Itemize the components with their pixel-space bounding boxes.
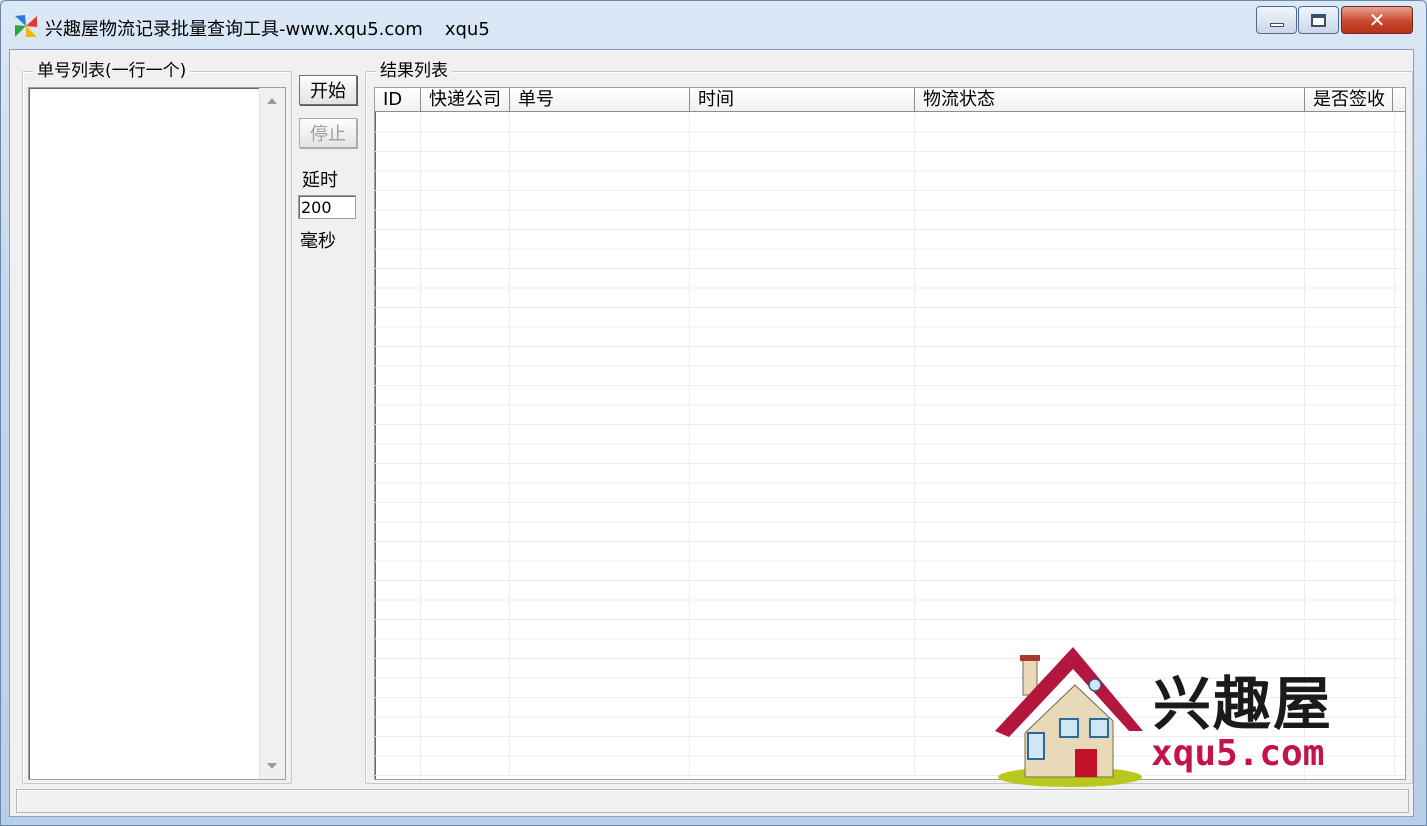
window-title: 兴趣屋物流记录批量查询工具-www.xqu5.com xqu5 [45, 15, 490, 41]
status-bar [16, 789, 1409, 813]
client-area: 单号列表(一行一个) 开始 停止 延时 毫秒 结果列表 ID 快递公司 单号 时… [9, 49, 1414, 817]
minimize-button[interactable] [1256, 6, 1297, 34]
watermark-logo: 兴趣屋 xqu5.com [995, 645, 1355, 795]
delay-input[interactable] [298, 195, 356, 219]
order-list-scrollbar[interactable] [259, 88, 285, 779]
delay-label: 延时 [302, 170, 338, 191]
app-logo-icon [15, 15, 37, 37]
house-icon [995, 647, 1143, 787]
order-list-input[interactable] [28, 87, 286, 780]
column-divider [1394, 113, 1395, 779]
column-header-tracking-number[interactable]: 单号 [510, 88, 690, 112]
order-list-group: 单号列表(一行一个) [22, 61, 292, 784]
column-divider [420, 113, 421, 779]
watermark-domain: xqu5.com [1151, 733, 1325, 774]
watermark-name: 兴趣屋 [1153, 670, 1334, 738]
column-header-status[interactable]: 物流状态 [915, 88, 1305, 112]
order-list-label: 单号列表(一行一个) [33, 61, 191, 81]
scroll-up-icon[interactable] [267, 98, 277, 104]
scroll-down-icon[interactable] [267, 763, 277, 769]
close-icon: ✕ [1368, 8, 1386, 32]
maximize-icon [1311, 13, 1326, 27]
column-divider [914, 113, 915, 779]
column-header-time[interactable]: 时间 [690, 88, 915, 112]
column-header-courier[interactable]: 快递公司 [421, 88, 510, 112]
table-header: ID 快递公司 单号 时间 物流状态 是否签收 [375, 88, 1405, 112]
close-button[interactable]: ✕ [1341, 6, 1413, 34]
column-divider [509, 113, 510, 779]
title-bar[interactable]: 兴趣屋物流记录批量查询工具-www.xqu5.com xqu5 ✕ [1, 1, 1426, 51]
column-header-signed[interactable]: 是否签收 [1305, 88, 1393, 112]
column-divider [689, 113, 690, 779]
app-window: 兴趣屋物流记录批量查询工具-www.xqu5.com xqu5 ✕ 单号列表(一行… [0, 0, 1427, 826]
column-header-id[interactable]: ID [375, 88, 421, 112]
delay-unit-label: 毫秒 [300, 231, 336, 252]
start-button[interactable]: 开始 [299, 75, 357, 105]
window-subtitle: xqu5 [444, 19, 490, 40]
minimize-icon [1269, 23, 1284, 27]
stop-button[interactable]: 停止 [299, 118, 357, 148]
maximize-button[interactable] [1298, 6, 1339, 34]
window-title-text: 兴趣屋物流记录批量查询工具-www.xqu5.com [45, 19, 423, 40]
result-list-label: 结果列表 [376, 61, 452, 81]
